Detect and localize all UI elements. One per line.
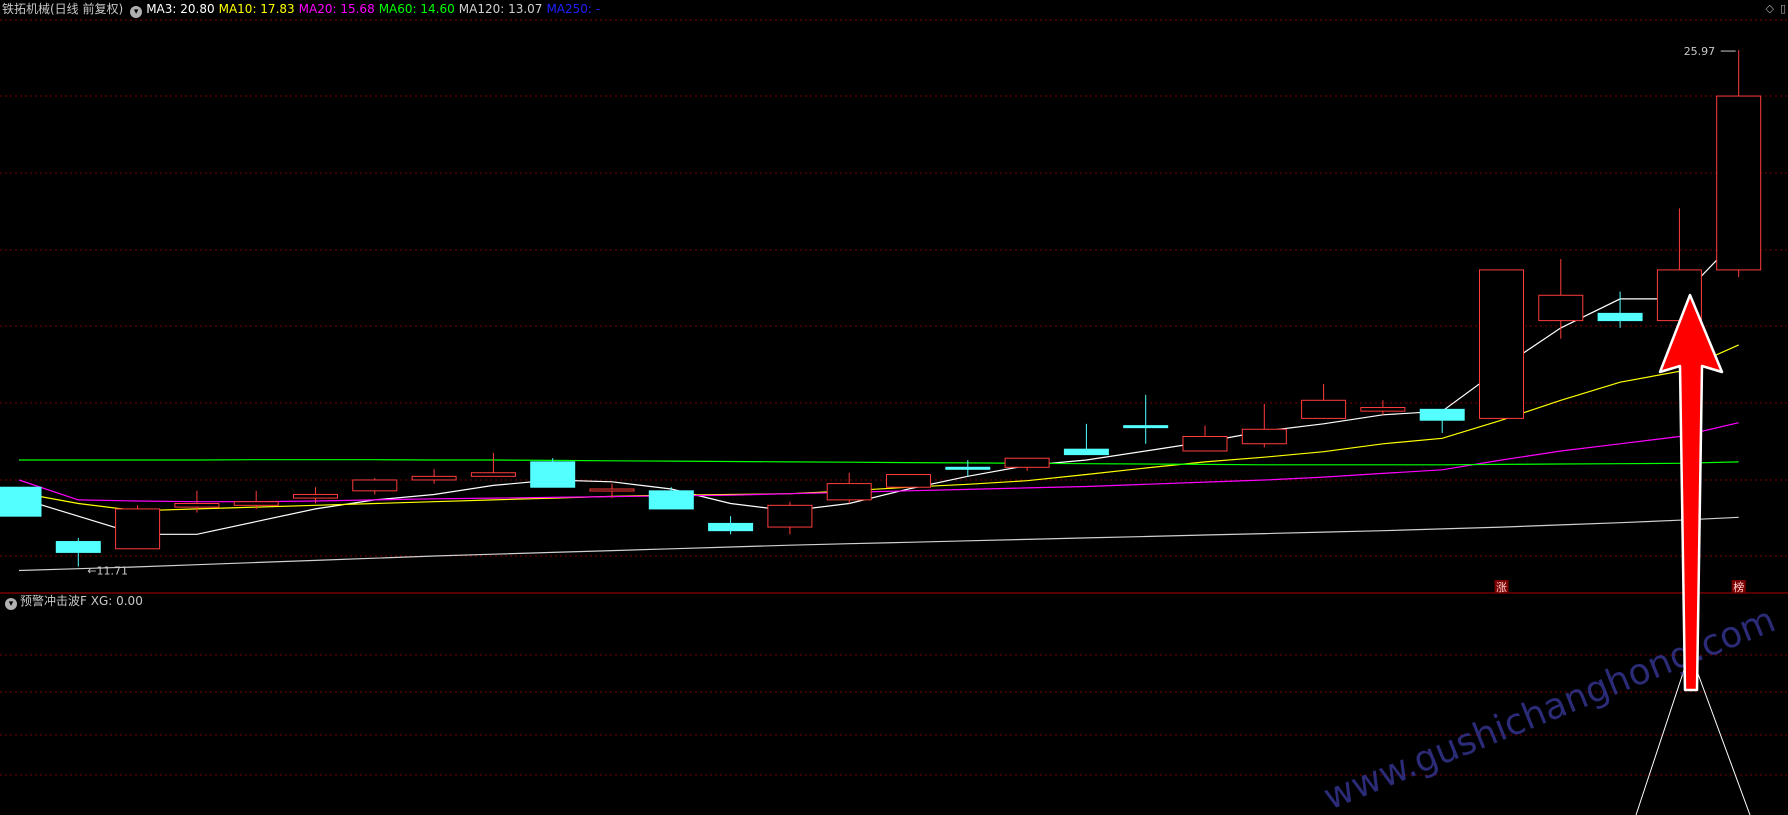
candle-down bbox=[648, 490, 694, 510]
ma-line-ma60 bbox=[19, 459, 1739, 466]
candle-down bbox=[1123, 425, 1169, 429]
candle-up bbox=[1716, 95, 1762, 271]
candle-down bbox=[1597, 312, 1643, 322]
candle-up bbox=[233, 501, 279, 506]
min-price-label: ←11.71 bbox=[87, 565, 128, 578]
candle-up bbox=[352, 479, 398, 492]
watermark-text: www.gushichanghong.com bbox=[1318, 599, 1781, 815]
candle-up bbox=[1301, 399, 1347, 419]
candle-up bbox=[293, 493, 338, 499]
candle-down bbox=[708, 522, 754, 532]
candle-up bbox=[1360, 407, 1406, 412]
candle-up bbox=[411, 475, 457, 481]
candle-up bbox=[1004, 457, 1050, 468]
signal-label: 涨 bbox=[1496, 581, 1507, 594]
candle-up bbox=[1538, 294, 1584, 322]
candle-down bbox=[1063, 448, 1109, 456]
candle-up bbox=[115, 508, 161, 550]
candle-up bbox=[1479, 269, 1524, 419]
candle-up bbox=[767, 504, 813, 528]
candle-down bbox=[945, 466, 991, 470]
candle-down bbox=[0, 486, 42, 517]
ma-line-ma120 bbox=[18, 516, 1739, 572]
candle-up bbox=[1182, 436, 1228, 452]
candle-up bbox=[1241, 428, 1287, 445]
signal-label: 榜 bbox=[1733, 580, 1744, 594]
candle-up bbox=[589, 488, 635, 492]
candle-down bbox=[55, 541, 101, 553]
max-price-label: 25.97 bbox=[1684, 45, 1716, 58]
candle-up bbox=[826, 483, 872, 501]
candle-up bbox=[470, 472, 516, 477]
candle-up bbox=[174, 503, 220, 508]
candle-up bbox=[886, 474, 931, 488]
candle-down bbox=[530, 461, 576, 488]
price-chart[interactable]: 25.97 ←11.71 涨 榜 www.gushichanghong.com bbox=[0, 0, 1788, 815]
candle-down bbox=[1419, 408, 1465, 421]
